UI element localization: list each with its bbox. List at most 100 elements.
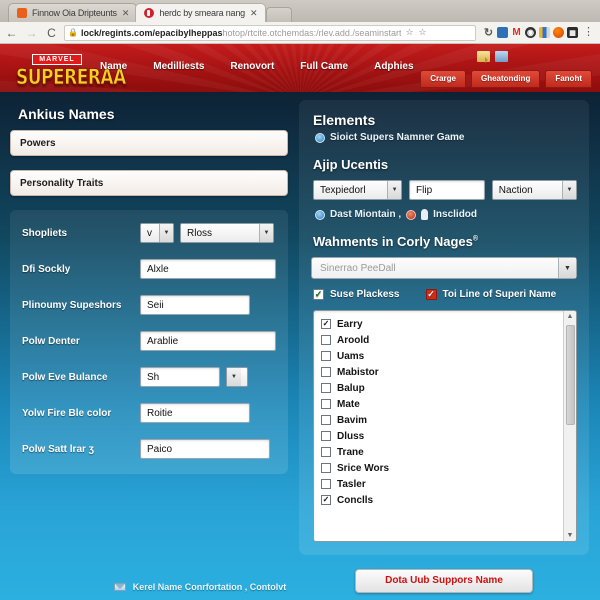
checkbox-suse-plackess[interactable]: ✓ Suse Plackess <box>313 289 400 300</box>
shopliets-select[interactable]: Rloss ▼ <box>180 223 274 243</box>
sinerrao-dropdown-placeholder: Sinerrao PeeDall <box>320 262 396 274</box>
favicon-icon <box>17 8 27 18</box>
plinoumy-supeshors-input[interactable]: Seii <box>140 295 250 315</box>
close-icon[interactable]: ✕ <box>122 8 130 19</box>
yolw-fire-ble-color-input[interactable]: Roitie <box>140 403 250 423</box>
form-row-plinoumy-supeshors: Plinoumy Supeshors Seii <box>22 294 276 316</box>
list-item[interactable]: Tasler <box>321 476 563 492</box>
star-icon[interactable]: ☆ <box>404 27 414 38</box>
ajip-controls: Texpiedorl ▼ Flip Naction ▼ <box>313 180 577 200</box>
browser-tabstrip: Finnow Oia Dripteunts ✕ herdc by smeara … <box>0 0 600 22</box>
nav-item-3[interactable]: Full Came <box>300 61 348 72</box>
close-icon[interactable]: ✕ <box>250 8 258 19</box>
list-item[interactable]: Srice Wors <box>321 460 563 476</box>
orange-blob-icon[interactable] <box>553 27 564 38</box>
checkbox-icon[interactable] <box>321 351 331 361</box>
checkbox-icon[interactable] <box>321 335 331 345</box>
elements-title: Elements <box>313 112 376 128</box>
dfi-sockly-value: Alxle <box>147 263 169 275</box>
lock-icon: 🔒 <box>68 28 78 37</box>
alert-icon <box>406 209 417 220</box>
checkbox-icon[interactable] <box>321 431 331 441</box>
pin-icon <box>421 209 429 220</box>
right-column: Elements Sioict Supers Namner Game Ajip … <box>299 100 589 593</box>
flip-input[interactable]: Flip <box>409 180 485 200</box>
polw-satt-input[interactable]: Paico <box>140 439 270 459</box>
scroll-up-icon[interactable]: ▲ <box>567 313 574 320</box>
chevron-down-icon: ▼ <box>558 258 576 278</box>
powers-field[interactable]: Powers <box>10 130 288 156</box>
header-button-2[interactable]: Fanoht <box>545 70 592 88</box>
elements-subtitle-text: Sioict Supers Namner Game <box>330 132 465 143</box>
sinerrao-dropdown[interactable]: Sinerrao PeeDall ▼ <box>311 257 577 279</box>
header-button-group: Crarge Gheatonding Fanoht <box>420 70 592 88</box>
scrollbar-thumb[interactable] <box>566 325 575 425</box>
grid-icon[interactable]: ▦ <box>567 27 578 38</box>
site-header: MARVEL SUPERERAA Name Medilliests Renovo… <box>0 44 600 92</box>
dark-circle-icon[interactable]: ◉ <box>525 27 536 38</box>
header-button-1[interactable]: Gheatonding <box>471 70 541 88</box>
list-item[interactable]: Dluss <box>321 428 563 444</box>
checkbox-icon[interactable] <box>321 479 331 489</box>
polw-eve-bulance-dropdown[interactable]: ▼ <box>226 367 248 387</box>
note-icon[interactable] <box>477 51 490 63</box>
flip-value: Flip <box>416 184 433 196</box>
reload-icon[interactable]: C <box>44 27 59 39</box>
nav-item-0[interactable]: Name <box>100 61 127 72</box>
star-outline-icon[interactable]: ☆ <box>418 27 428 38</box>
list-item[interactable]: Mabistor <box>321 364 563 380</box>
list-item[interactable]: Aroold <box>321 332 563 348</box>
personality-traits-field[interactable]: Personality Traits <box>10 170 288 196</box>
meta-line-second: Insclidod <box>433 209 478 220</box>
dfi-sockly-input[interactable]: Alxle <box>140 259 276 279</box>
shopliets-prefix-select[interactable]: v ▼ <box>140 223 174 243</box>
gmail-icon[interactable]: M <box>511 27 522 38</box>
checkbox-icon[interactable] <box>321 463 331 473</box>
nav-item-4[interactable]: Adphies <box>374 61 413 72</box>
left-column: Ankius Names Powers Personality Traits S… <box>10 100 288 593</box>
info-icon <box>315 209 325 220</box>
options-listbox[interactable]: ✓ Earry Aroold Uams Mabistor Balup Mate B… <box>313 310 577 542</box>
nav-item-1[interactable]: Medilliests <box>153 61 204 72</box>
header-button-0[interactable]: Crarge <box>420 70 466 88</box>
forward-icon[interactable]: → <box>24 27 39 39</box>
label-polw-satt: Polw Satt lrar ʒ <box>22 443 94 455</box>
texpiedorl-select[interactable]: Texpiedorl ▼ <box>313 180 403 200</box>
list-item[interactable]: Mate <box>321 396 563 412</box>
list-item-label: Dluss <box>337 430 365 442</box>
naction-select[interactable]: Naction ▼ <box>491 180 577 200</box>
refresh-icon[interactable]: ↻ <box>483 27 494 39</box>
browser-tab-1[interactable]: Finnow Oia Dripteunts ✕ <box>8 3 138 22</box>
bars-icon[interactable] <box>539 27 550 38</box>
checkbox-icon[interactable] <box>321 367 331 377</box>
site-logo[interactable]: MARVEL SUPERERAA <box>16 48 127 89</box>
back-icon[interactable]: ← <box>4 27 19 39</box>
favicon-icon <box>144 8 155 18</box>
browser-menu-icon[interactable]: ⋮ <box>581 26 596 37</box>
address-bar[interactable]: 🔒 lock/regints.com/epacibylheppashotop/r… <box>64 24 476 41</box>
list-item[interactable]: Balup <box>321 380 563 396</box>
checkbox-icon[interactable] <box>321 447 331 457</box>
list-item[interactable]: ✓ Earry <box>321 316 563 332</box>
list-scrollbar[interactable]: ▲ ▼ <box>563 311 576 541</box>
list-item[interactable]: Bavim <box>321 412 563 428</box>
checkbox-icon[interactable] <box>321 383 331 393</box>
polw-eve-bulance-input[interactable]: Sh <box>140 367 220 387</box>
nav-item-2[interactable]: Renovort <box>230 61 274 72</box>
checkbox-icon[interactable] <box>321 415 331 425</box>
list-item[interactable]: Trane <box>321 444 563 460</box>
list-item[interactable]: Uams <box>321 348 563 364</box>
checkbox-icon[interactable]: ✓ <box>321 319 331 329</box>
blue-square-icon[interactable] <box>497 27 508 38</box>
checkbox-icon[interactable] <box>321 399 331 409</box>
new-tab-button[interactable] <box>265 7 292 22</box>
browser-tab-2[interactable]: herdc by smeara nang ✕ <box>135 3 266 22</box>
checkbox-icon[interactable]: ✓ <box>321 495 331 505</box>
scroll-down-icon[interactable]: ▼ <box>567 532 574 539</box>
checkbox-toi-line[interactable]: ✓ Toi Line of Superi Name <box>425 289 556 300</box>
blue-icon[interactable] <box>495 51 508 62</box>
chevron-down-icon: ▼ <box>561 181 576 199</box>
meta-line: Dast Miontain , Insclidod <box>315 209 577 220</box>
list-item[interactable]: ✓ Conclls <box>321 492 563 508</box>
polw-denter-input[interactable]: Arablie <box>140 331 276 351</box>
